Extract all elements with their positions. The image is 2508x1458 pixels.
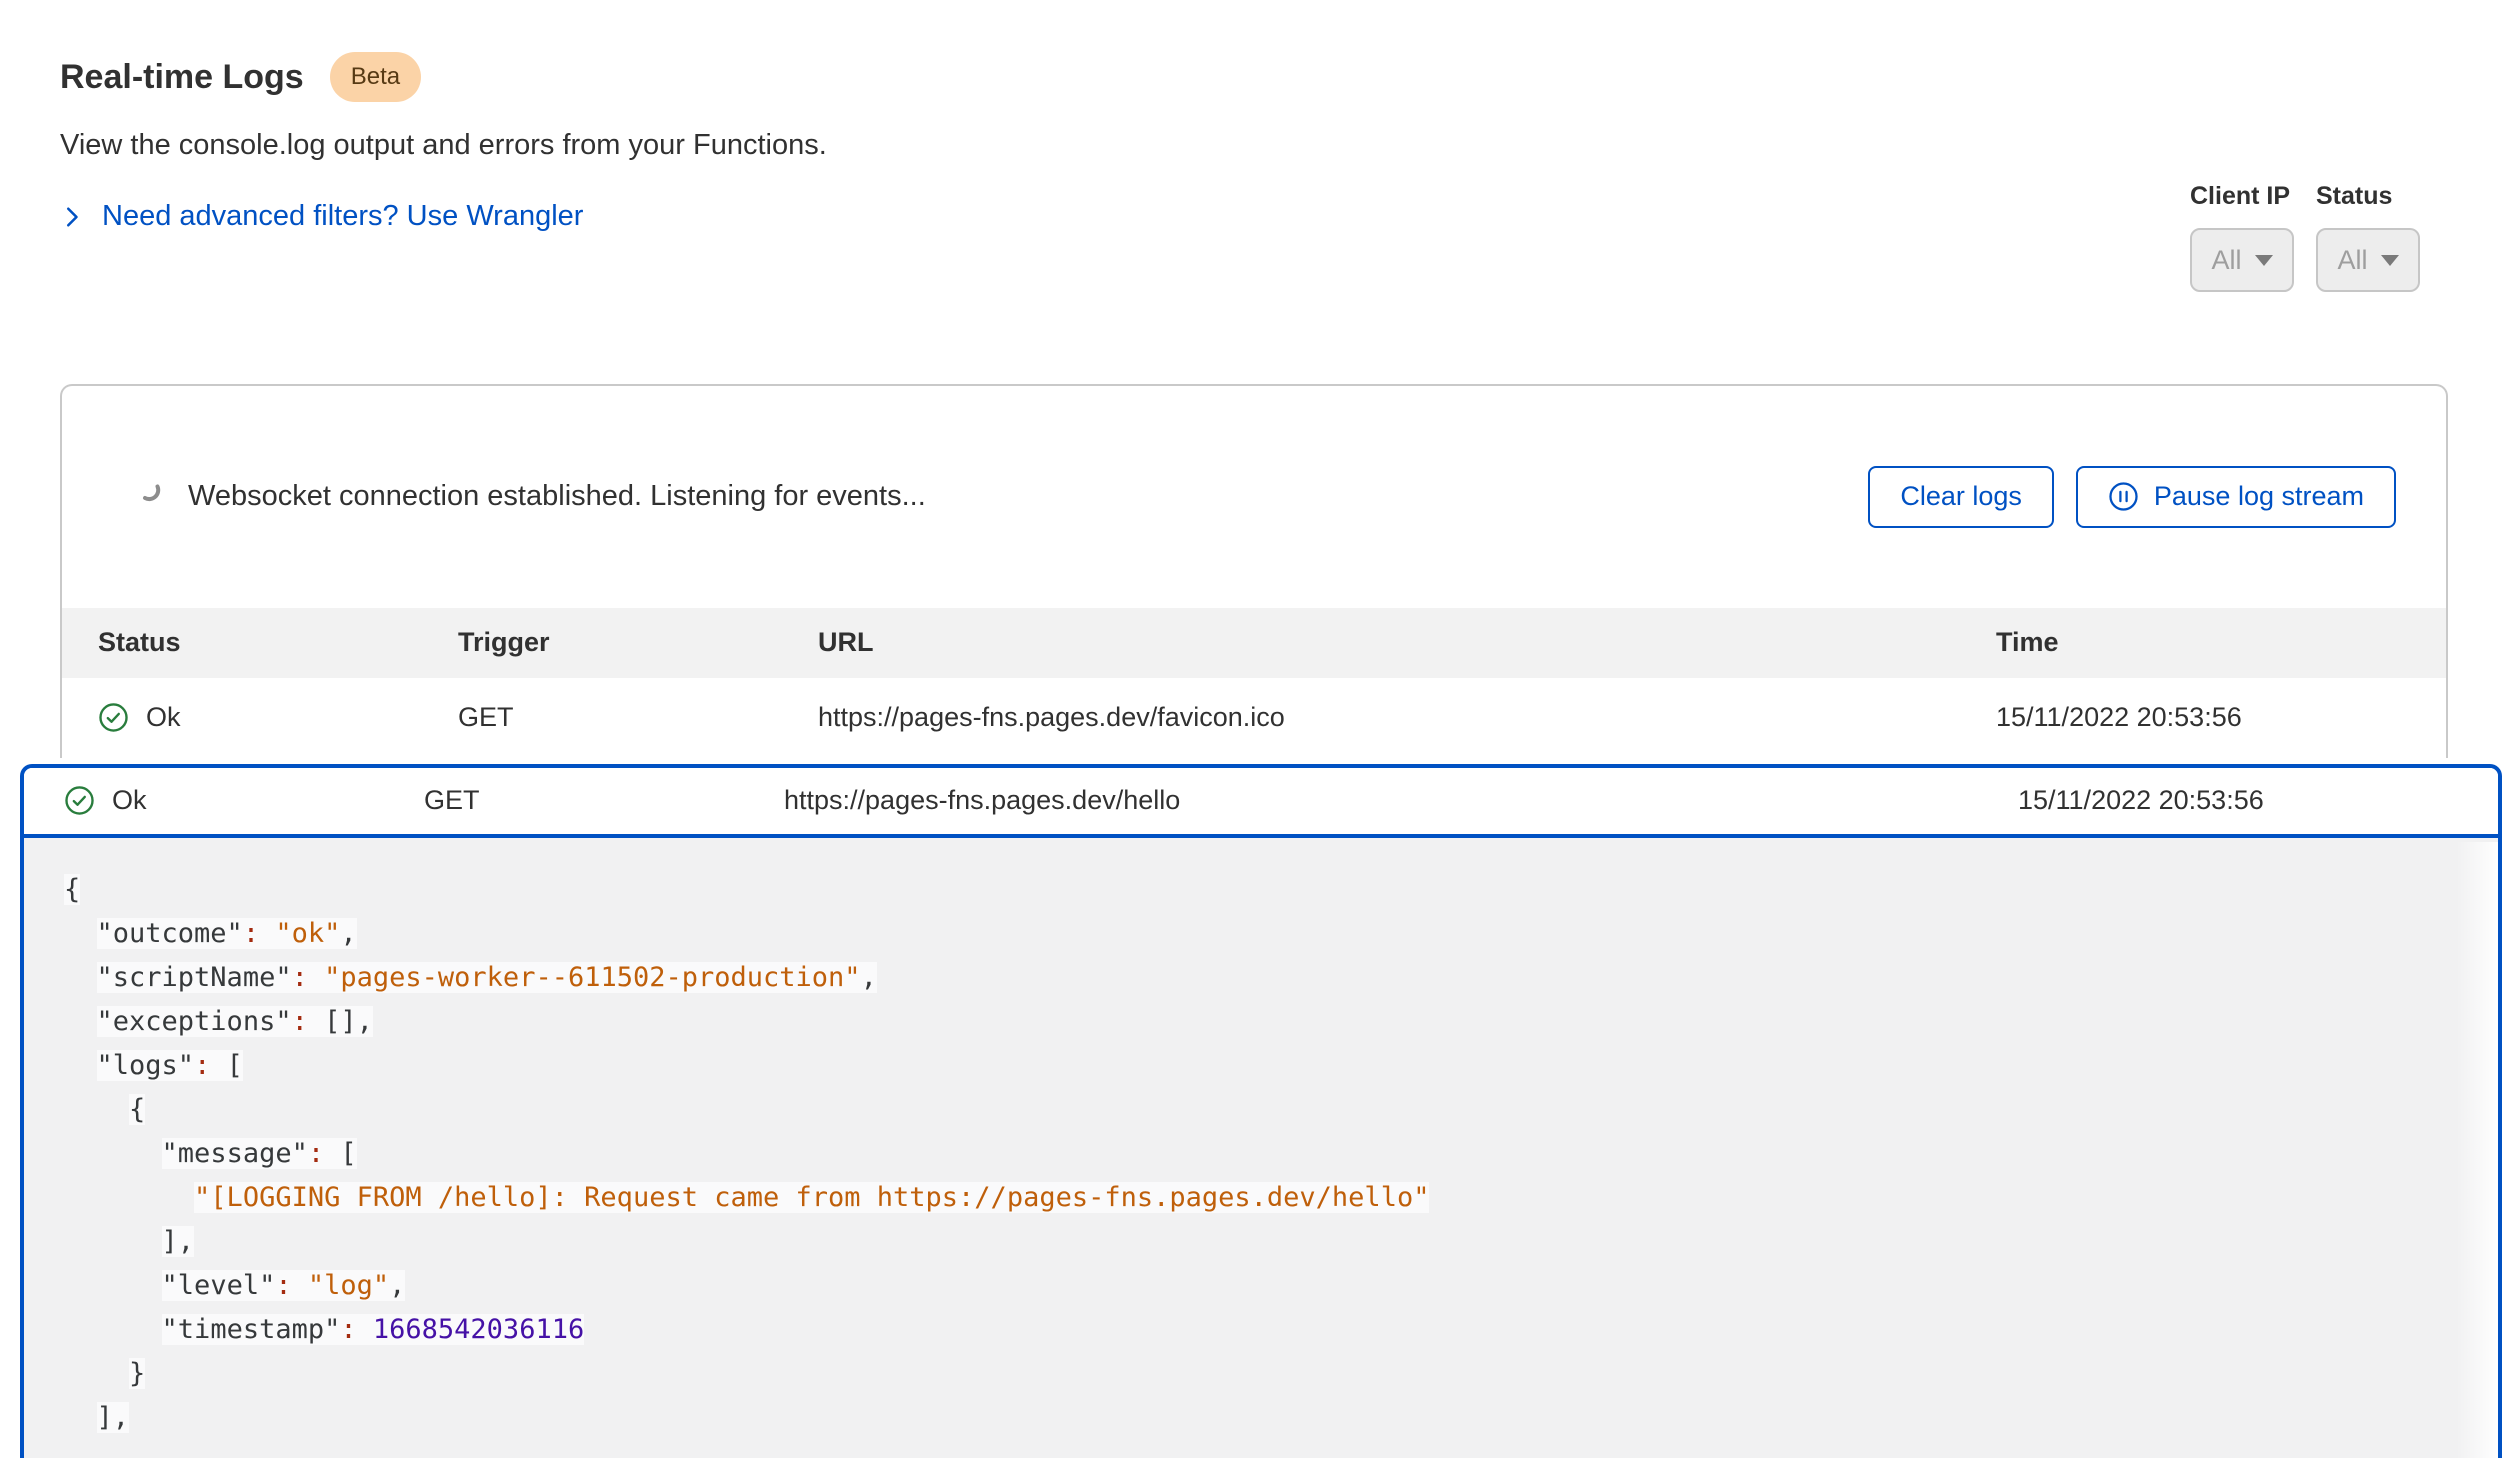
table-header-cell-url: URL	[818, 627, 1996, 658]
json-line: "timestamp": 1668542036116	[64, 1308, 2438, 1352]
clear-logs-label: Clear logs	[1900, 481, 2022, 512]
logs-card: Websocket connection established. Listen…	[60, 384, 2448, 758]
json-line: {	[64, 1088, 2438, 1132]
caret-down-icon	[2255, 255, 2273, 266]
client-ip-dropdown[interactable]: All	[2190, 228, 2294, 292]
time-cell: 15/11/2022 20:53:56	[2018, 785, 2498, 816]
filter-status: Status All	[2316, 182, 2420, 292]
url-cell: https://pages-fns.pages.dev/hello	[784, 785, 2018, 816]
json-line: "level": "log",	[64, 1264, 2438, 1308]
table-header-cell-status: Status	[98, 627, 458, 658]
realtime-logs-page: Real-time Logs Beta View the console.log…	[0, 0, 2508, 1434]
pause-log-stream-label: Pause log stream	[2154, 481, 2364, 512]
pause-log-stream-button[interactable]: Pause log stream	[2076, 466, 2396, 528]
url-cell: https://pages-fns.pages.dev/favicon.ico	[818, 702, 1996, 733]
status-cell: Ok	[98, 702, 458, 733]
status-cell: Ok	[64, 785, 424, 816]
status-label: Ok	[146, 702, 181, 733]
json-line: {	[64, 868, 2438, 912]
json-line: "logs": [	[64, 1044, 2438, 1088]
trigger-cell: GET	[458, 702, 818, 733]
log-actions: Clear logs Pause log stream	[1868, 466, 2396, 528]
trigger-cell: GET	[424, 785, 784, 816]
json-line: ],	[64, 1396, 2438, 1440]
websocket-message: Websocket connection established. Listen…	[188, 480, 926, 513]
json-line: ],	[64, 1220, 2438, 1264]
json-log: { "outcome": "ok", "scriptName": "pages-…	[24, 838, 2498, 1458]
beta-badge: Beta	[330, 52, 421, 102]
chevron-right-icon	[60, 203, 84, 231]
pause-circle-icon	[2108, 481, 2139, 512]
table-header: Status Trigger URL Time	[62, 608, 2446, 678]
page-title: Real-time Logs	[60, 58, 304, 97]
clear-logs-button[interactable]: Clear logs	[1868, 466, 2054, 528]
caret-down-icon	[2381, 255, 2399, 266]
spinner-icon	[140, 480, 164, 513]
expanded-log-row[interactable]: Ok GET https://pages-fns.pages.dev/hello…	[24, 768, 2498, 838]
json-line: }	[64, 1352, 2438, 1396]
table-header-cell-trigger: Trigger	[458, 627, 818, 658]
json-line: "exceptions": [],	[64, 1000, 2438, 1044]
status-label: Ok	[112, 785, 147, 816]
wrangler-link[interactable]: Need advanced filters? Use Wrangler	[60, 200, 583, 233]
dropdown-value: All	[2211, 245, 2241, 276]
json-line: "outcome": "ok",	[64, 912, 2438, 956]
logs-card-toolbar: Websocket connection established. Listen…	[62, 386, 2446, 608]
json-line: "message": [	[64, 1132, 2438, 1176]
log-filters: Client IP All Status All	[2190, 182, 2420, 292]
table-row[interactable]: Ok GET https://pages-fns.pages.dev/favic…	[62, 678, 2446, 758]
page-description: View the console.log output and errors f…	[60, 129, 2448, 162]
time-cell: 15/11/2022 20:53:56	[1996, 702, 2446, 733]
status-dropdown[interactable]: All	[2316, 228, 2420, 292]
check-circle-icon	[64, 785, 95, 816]
filter-label: Client IP	[2190, 182, 2290, 211]
check-circle-icon	[98, 702, 129, 733]
json-line: "[LOGGING FROM /hello]: Request came fro…	[64, 1176, 2438, 1220]
dropdown-value: All	[2337, 245, 2367, 276]
page-header: Real-time Logs Beta	[60, 0, 2448, 102]
expanded-log-container: Ok GET https://pages-fns.pages.dev/hello…	[20, 764, 2502, 1458]
websocket-status: Websocket connection established. Listen…	[140, 480, 1868, 513]
filter-label: Status	[2316, 182, 2392, 211]
table-header-cell-time: Time	[1996, 627, 2446, 658]
filter-client-ip: Client IP All	[2190, 182, 2294, 292]
wrangler-link-label: Need advanced filters? Use Wrangler	[102, 200, 583, 233]
json-line: "scriptName": "pages-worker--611502-prod…	[64, 956, 2438, 1000]
